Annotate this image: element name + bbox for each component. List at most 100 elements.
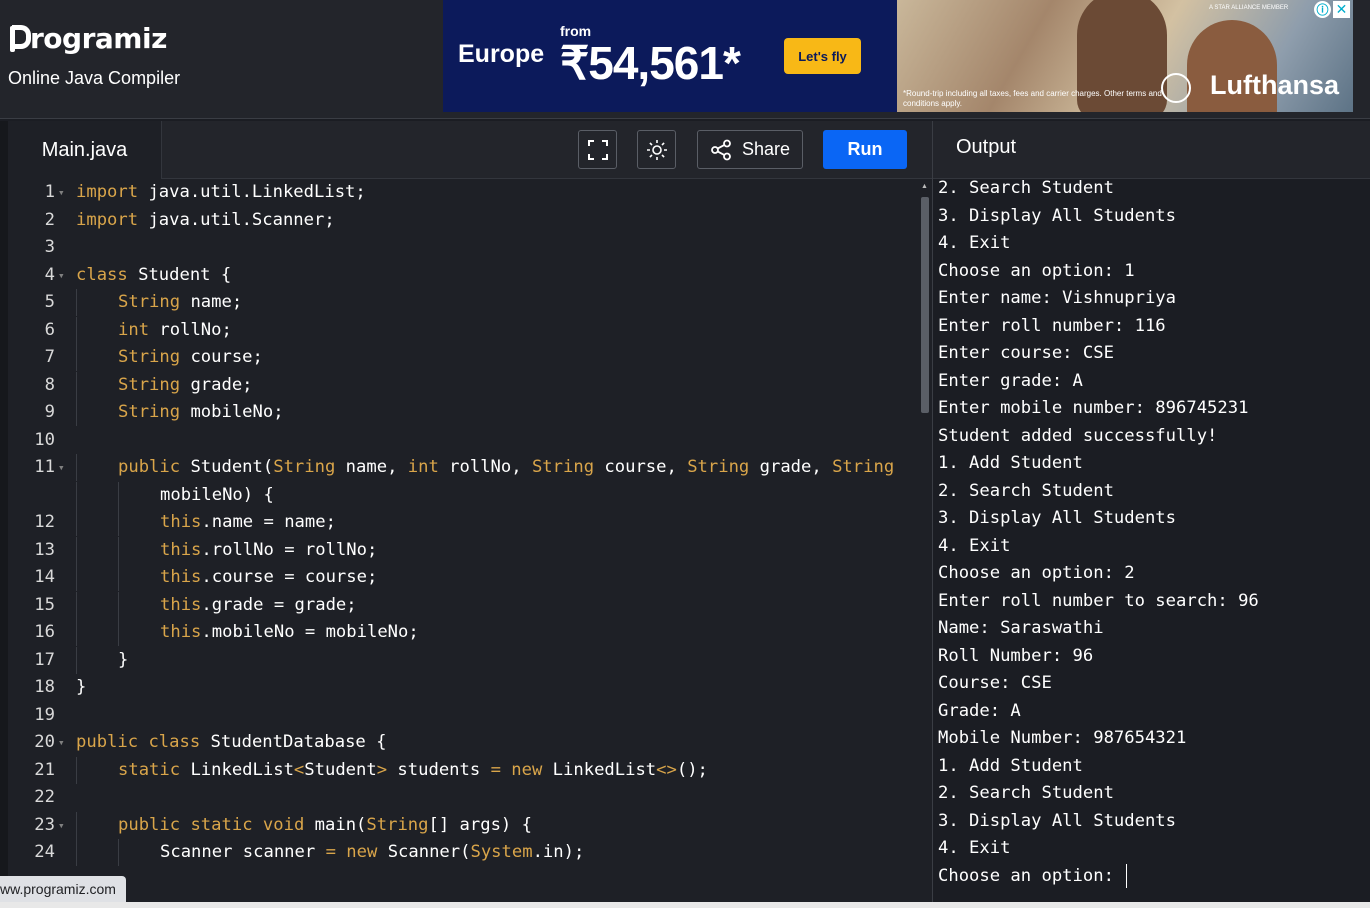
code-token: .rollNo = rollNo; [201,539,378,560]
code-text: public Student(String name, int rollNo, … [118,454,894,481]
brand[interactable]: rogramiz Online Java Compiler [8,18,180,89]
code-line[interactable]: 4 ▾ class Student { [8,262,932,289]
code-line[interactable]: 14 this.course = course; [8,564,932,591]
output-line: Enter roll number to search: 96 [938,588,1368,616]
code-line[interactable]: 3 [8,234,932,261]
code-text: this.grade = grade; [160,592,357,619]
code-token: course; [180,347,263,367]
output-console[interactable]: 2. Search Student 3. Display All Students… [938,175,1368,890]
code-keyword: this [160,567,202,587]
code-line[interactable]: 18} [8,674,932,701]
left-gutter [0,121,8,908]
indent-guide [118,536,119,564]
tab-main-java[interactable]: Main.java [8,121,162,179]
code-line[interactable]: 5 String name; [8,289,932,316]
lufthansa-crane-icon [1161,73,1191,103]
output-line: 2. Search Student [938,175,1368,203]
code-line[interactable]: 9 String mobileNo; [8,399,932,426]
code-token: main( [304,814,367,835]
code-keyword: static [118,759,181,780]
code-line[interactable]: 11 ▾ public Student(String name, int rollN… [8,454,932,481]
line-number: 9 [44,402,55,422]
output-text: Choose an option: [938,865,1114,886]
code-line[interactable]: 23 ▾ public static void main(String[] args… [8,811,932,839]
code-text: public class StudentDatabase { [76,729,386,756]
indent-guide [76,481,77,509]
indent-guide [76,756,77,784]
ad-cta-button[interactable]: Let's fly [784,38,861,74]
indent-guide [118,564,119,591]
line-number: 2 [44,209,55,230]
indent-guide [76,399,77,426]
code-line[interactable]: 2 import java.util.Scanner; [8,207,932,234]
output-text: Enter grade: A [938,370,1083,391]
code-keyword: import [76,209,139,230]
text-cursor [1125,863,1127,888]
indent-guide [76,344,77,371]
ad-price: ₹54,561* [560,37,741,89]
fold-toggle-icon[interactable]: ▾ [58,454,65,481]
code-text: static LinkedList<Student> students = ne… [118,757,708,784]
code-text: String name; [118,289,242,316]
code-keyword: String [687,457,750,477]
sun-icon [646,139,667,160]
code-line[interactable]: 21 static LinkedList<Student> students = … [8,756,932,784]
code-line[interactable]: 10 [8,427,932,454]
fullscreen-button[interactable] [578,130,617,169]
code-line[interactable]: 20 ▾ public class StudentDatabase { [8,729,932,756]
code-line[interactable]: 15 this.grade = grade; [8,591,932,619]
code-line[interactable]: 12 this.name = name; [8,509,932,536]
output-text: 4. Exit [938,535,1011,556]
code-line[interactable]: 13 this.rollNo = rollNo; [8,536,932,564]
fold-toggle-icon[interactable]: ▾ [58,729,65,756]
top-bar: rogramiz Online Java Compiler Europe fro… [0,0,1370,119]
code-token: .grade = grade; [201,594,357,615]
output-line: 2. Search Student [938,478,1368,506]
flight-ad-banner[interactable]: Europe from ₹54,561* Let's fly [443,0,897,112]
code-area[interactable]: 1 ▾ import java.util.LinkedList; 2 import ja… [8,179,932,908]
code-token: } [76,677,87,697]
code-line[interactable]: 6 int rollNo; [8,316,932,344]
code-token: mobileNo; [180,402,284,422]
output-line: 1. Add Student [938,753,1368,781]
fold-toggle-icon[interactable]: ▾ [58,179,65,206]
output-line: 3. Display All Students [938,203,1368,231]
code-line[interactable]: 22 [8,784,932,811]
code-text: } [76,674,86,701]
scroll-thumb[interactable] [921,197,929,413]
code-text: String course; [118,344,263,371]
share-button[interactable]: Share [697,130,803,169]
ad-close-icon[interactable]: ✕ [1333,1,1350,18]
code-token: grade, [749,457,833,477]
code-token: java.util.LinkedList; [138,182,366,202]
editor-scrollbar[interactable]: ▲ [919,183,929,413]
status-bar-url: ww.programiz.com [0,876,126,903]
lufthansa-ad-banner[interactable]: A STAR ALLIANCE MEMBER *Round-trip inclu… [897,0,1353,112]
output-text: 3. Display All Students [938,810,1176,831]
fold-toggle-icon[interactable]: ▾ [58,812,65,839]
ad-info-icon[interactable]: ⓘ [1314,1,1331,18]
code-line[interactable]: mobileNo) { [8,481,932,509]
code-line[interactable]: 8 String grade; [8,371,932,399]
run-button[interactable]: Run [823,130,907,169]
code-token: LinkedList [542,759,657,780]
code-line[interactable]: 1 ▾ import java.util.LinkedList; [8,179,932,206]
indent-guide [76,316,77,344]
theme-toggle-button[interactable] [637,130,676,169]
code-line[interactable]: 7 String course; [8,344,932,371]
code-line[interactable]: 24 Scanner scanner = new Scanner(System.i… [8,839,932,866]
code-text: import java.util.LinkedList; [76,179,366,206]
output-line: 4. Exit [938,230,1368,258]
code-line[interactable]: 16 this.mobileNo = mobileNo; [8,619,932,646]
code-keyword: String [118,374,181,395]
output-line: Name: Saraswathi [938,615,1368,643]
code-keyword: String [832,457,895,477]
code-line[interactable]: 19 [8,702,932,729]
code-line[interactable]: 17} [8,646,932,674]
fold-toggle-icon[interactable]: ▾ [58,262,65,289]
output-line: Roll Number: 96 [938,643,1368,671]
code-token: grade; [180,374,253,395]
scroll-up-icon[interactable]: ▲ [921,183,928,190]
